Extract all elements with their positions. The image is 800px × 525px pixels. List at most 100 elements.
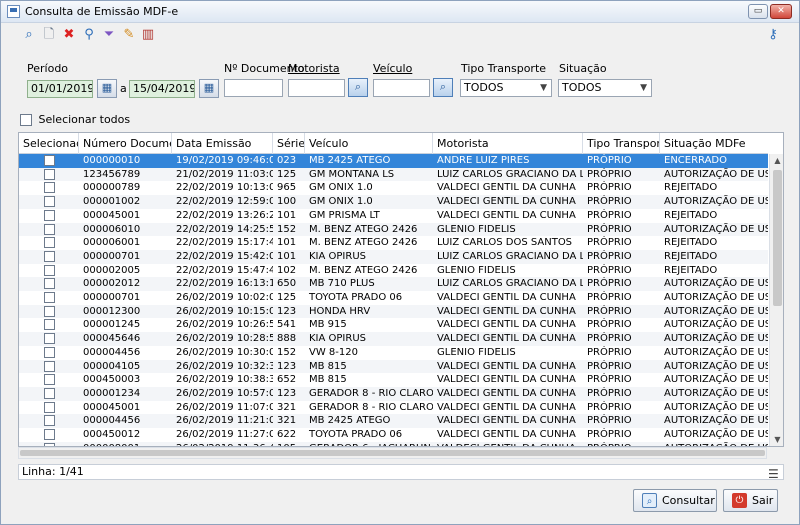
cell-tipo-transporte: PRÓPRIO <box>587 346 632 358</box>
row-checkbox[interactable] <box>43 305 55 317</box>
table-row[interactable]: 123456789 21/02/2019 11:03:00 125 GM MONTAN… <box>19 167 768 182</box>
row-checkbox[interactable] <box>43 182 55 194</box>
table-row[interactable]: 000000701 26/02/2019 10:02:00 125 TOYOTA PR… <box>19 291 768 305</box>
motorista-search-icon[interactable]: ⌕ <box>348 78 368 97</box>
documento-input[interactable] <box>224 79 283 97</box>
cell-selecionado <box>19 373 79 387</box>
table-row[interactable]: 000045646 26/02/2019 10:28:52 888 KIA OPIRU… <box>19 332 768 346</box>
table-row[interactable]: 000000010 19/02/2019 09:46:00 023 MB 2425 A… <box>19 154 768 168</box>
cell-serie: 101 <box>277 209 297 221</box>
row-checkbox[interactable] <box>43 429 55 440</box>
row-checkbox[interactable] <box>43 387 55 399</box>
cell-motorista: GLENIO FIDELIS <box>437 223 516 235</box>
consultar-button[interactable]: ⌕ Consultar <box>633 489 717 512</box>
header-serie[interactable]: Série <box>273 133 305 154</box>
table-row[interactable]: 000004105 26/02/2019 10:32:32 123 MB 815 VAL… <box>19 359 768 374</box>
horizontal-scrollbar[interactable] <box>18 447 767 459</box>
line-counter: Linha: 1/41 <box>22 465 84 478</box>
cell-tipo-transporte: PRÓPRIO <box>587 182 632 194</box>
table-row[interactable]: 000045001 26/02/2019 11:07:00 321 GERADOR 8… <box>19 401 768 415</box>
tipo-transporte-select[interactable]: TODOS ▼ <box>460 79 552 97</box>
close-button[interactable]: ✕ <box>770 4 792 19</box>
scroll-up-icon[interactable]: ▲ <box>770 154 783 168</box>
row-checkbox[interactable] <box>43 168 55 180</box>
cell-numero-documento: 000004456 <box>83 346 141 358</box>
cell-veiculo: MB 815 <box>309 360 347 372</box>
header-numero-documento[interactable]: Número Documento <box>79 133 172 154</box>
table-row[interactable]: 000012300 26/02/2019 10:15:00 123 HONDA HRV… <box>19 304 768 319</box>
header-tipo-transporte[interactable]: Tipo Transporte <box>583 133 660 154</box>
cell-situacao-mdfe: REJEITADO <box>664 237 718 249</box>
motorista-input[interactable] <box>288 79 345 97</box>
table-row[interactable]: 000006010 22/02/2019 14:25:59 152 M. BENZ A… <box>19 222 768 237</box>
search-icon[interactable]: ⌕ <box>21 27 37 43</box>
header-veiculo[interactable]: Veículo <box>305 133 433 154</box>
row-checkbox[interactable] <box>43 223 55 235</box>
table-row[interactable]: 000002005 22/02/2019 15:47:45 102 M. BENZ A… <box>19 264 768 278</box>
table-row[interactable]: 000000789 22/02/2019 10:13:00 965 GM ONIX 1… <box>19 181 768 195</box>
situacao-select[interactable]: TODOS ▼ <box>558 79 652 97</box>
header-selecionado[interactable]: Selecionado <box>19 133 79 154</box>
date-to-field[interactable]: 15/04/2019 <box>129 80 195 98</box>
row-checkbox[interactable] <box>43 264 55 276</box>
cell-selecionado <box>19 291 79 305</box>
cell-selecionado <box>19 387 79 401</box>
table-row[interactable]: 000006001 22/02/2019 15:17:43 101 M. BENZ A… <box>19 236 768 250</box>
row-checkbox[interactable] <box>43 196 55 208</box>
table-row[interactable]: 000000701 22/02/2019 15:42:01 101 KIA OPIRU… <box>19 249 768 264</box>
cell-numero-documento: 000045001 <box>83 401 141 413</box>
table-row[interactable]: 000001245 26/02/2019 10:26:57 541 MB 915 VAL… <box>19 318 768 332</box>
table-row[interactable]: 000450012 26/02/2019 11:27:02 622 TOYOTA PR… <box>19 428 768 442</box>
table-row[interactable]: 000002012 22/02/2019 16:13:11 650 MB 710 PL… <box>19 277 768 291</box>
row-checkbox[interactable] <box>43 209 55 221</box>
vertical-scrollbar[interactable]: ▲ ▼ <box>769 154 783 446</box>
row-checkbox[interactable] <box>43 278 55 290</box>
cell-veiculo: M. BENZ ATEGO 2426 <box>309 223 418 235</box>
veiculo-input[interactable] <box>373 79 430 97</box>
veiculo-search-icon[interactable]: ⌕ <box>433 78 453 97</box>
select-all-checkbox[interactable] <box>20 114 32 126</box>
row-checkbox[interactable] <box>43 292 55 303</box>
calendar-to-icon[interactable]: ▦ <box>199 79 219 98</box>
find-icon[interactable]: ⚲ <box>81 27 97 43</box>
row-checkbox[interactable] <box>43 401 55 413</box>
row-checkbox[interactable] <box>43 155 55 166</box>
delete-icon[interactable]: ✖ <box>61 27 77 43</box>
veiculo-label[interactable]: Veículo <box>373 62 412 75</box>
scroll-thumb[interactable] <box>773 170 782 306</box>
calendar-from-icon[interactable]: ▦ <box>97 79 117 98</box>
table-row[interactable]: 000001234 26/02/2019 10:57:00 123 GERADOR 8… <box>19 386 768 401</box>
sair-button[interactable]: ⏻ Sair <box>723 489 778 512</box>
cell-veiculo: VW 8-120 <box>309 346 358 358</box>
date-from-field[interactable]: 01/01/2019 <box>27 80 93 98</box>
new-document-icon[interactable]: 🗋 <box>41 27 57 43</box>
hscroll-thumb[interactable] <box>20 450 765 456</box>
row-checkbox[interactable] <box>43 237 55 249</box>
table-row[interactable]: 000004456 26/02/2019 10:30:00 152 VW 8-120 G… <box>19 346 768 360</box>
filter-icon[interactable]: ⏷ <box>101 27 117 43</box>
restore-button[interactable]: ▭ <box>748 4 768 19</box>
key-icon[interactable]: ⚷ <box>765 27 781 43</box>
row-checkbox[interactable] <box>43 250 55 262</box>
select-all-control[interactable]: Selecionar todos <box>20 113 130 126</box>
header-situacao-mdfe[interactable]: Situação MDFe <box>660 133 768 154</box>
books-icon[interactable]: ▥ <box>140 27 156 43</box>
table-row[interactable]: 000001002 22/02/2019 12:59:00 100 GM ONIX 1… <box>19 195 768 209</box>
row-checkbox[interactable] <box>43 319 55 331</box>
row-checkbox[interactable] <box>43 415 55 427</box>
table-row[interactable]: 000045001 22/02/2019 13:26:23 101 GM PRISMA… <box>19 209 768 223</box>
row-checkbox[interactable] <box>43 333 55 345</box>
motorista-label[interactable]: Motorista <box>288 62 340 75</box>
cell-data-emissao: 22/02/2019 12:59:00 <box>176 196 273 208</box>
table-row[interactable]: 000004456 26/02/2019 11:21:00 321 MB 2425 A… <box>19 414 768 428</box>
scroll-down-icon[interactable]: ▼ <box>770 433 783 446</box>
menu-icon[interactable]: ☰ <box>768 467 779 481</box>
cell-selecionado <box>19 277 79 291</box>
header-data-emissao[interactable]: Data Emissão <box>172 133 273 154</box>
row-checkbox[interactable] <box>43 346 55 358</box>
table-row[interactable]: 000450003 26/02/2019 10:38:36 652 MB 815 VAL… <box>19 373 768 387</box>
row-checkbox[interactable] <box>43 360 55 372</box>
edit-icon[interactable]: ✎ <box>121 27 137 43</box>
row-checkbox[interactable] <box>43 374 55 386</box>
header-motorista[interactable]: Motorista <box>433 133 583 154</box>
